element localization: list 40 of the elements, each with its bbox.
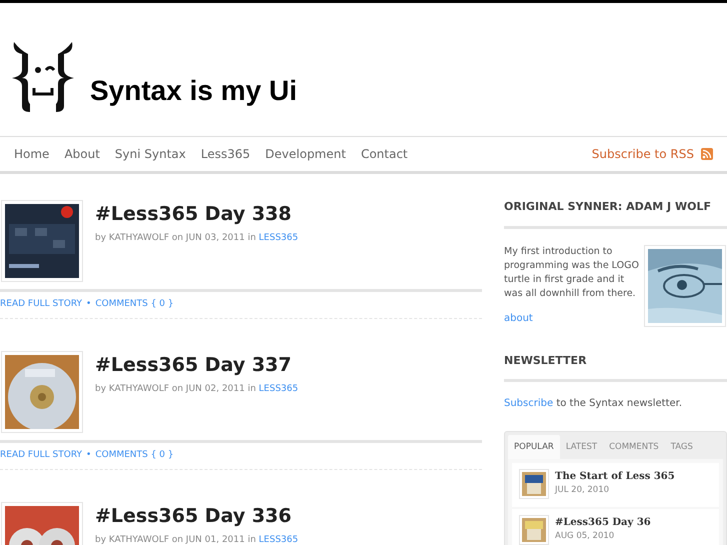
popular-item[interactable]: The Start of Less 365 JUL 20, 2010	[512, 463, 719, 507]
nav-link[interactable]: Less365	[200, 145, 250, 163]
separator-dot: •	[86, 298, 92, 312]
widget-heading: NEWSLETTER	[504, 352, 727, 382]
category-link[interactable]: LESS365	[258, 233, 298, 243]
site-title: Syntax is my Ui	[90, 74, 297, 108]
newsletter-text: Subscribe to the Syntax newsletter.	[504, 397, 684, 411]
popular-title: #Less365 Day 36	[555, 516, 651, 530]
post-meta: by KATHYAWOLF on JUN 01, 2011 in	[95, 535, 256, 545]
author-bio: My first introduction to programming was the LOGO turtle in first grade and it was all downhill from there.	[504, 244, 640, 300]
nav-link[interactable]: Contact	[360, 145, 408, 163]
category-link[interactable]: LESS365	[258, 535, 298, 545]
popular-date: AUG 05, 2010	[555, 530, 616, 543]
read-more-link[interactable]: READ FULL STORY	[0, 298, 82, 312]
nav-link[interactable]: Development	[265, 145, 346, 163]
rss-link[interactable]: Subscribe to RSS	[592, 145, 694, 163]
post-title[interactable]: #Less365 Day 337	[95, 353, 298, 377]
popular-date: JUL 20, 2010	[555, 484, 610, 497]
about-link[interactable]: about	[504, 310, 640, 326]
subscribe-link[interactable]: Subscribe	[504, 398, 554, 409]
widget-tab[interactable]: POPULAR	[508, 435, 560, 459]
post-title[interactable]: #Less365 Day 338	[95, 202, 298, 226]
widget-tab[interactable]: COMMENTS	[603, 435, 665, 459]
widget-heading: ORIGINAL SYNNER: ADAM J WOLF	[504, 199, 727, 228]
post-title[interactable]: #Less365 Day 336	[95, 504, 298, 528]
post-meta: by KATHYAWOLF on JUN 02, 2011 in	[95, 384, 256, 394]
nav-link[interactable]: Home	[14, 145, 50, 163]
widget-tab[interactable]: TAGS	[664, 435, 699, 459]
popular-title: The Start of Less 365	[555, 470, 675, 484]
separator-dot: •	[86, 449, 92, 462]
popular-item[interactable]: #Less365 Day 36 AUG 05, 2010	[512, 509, 719, 545]
rss-icon	[701, 148, 713, 160]
nav-link[interactable]: About	[64, 145, 100, 163]
widget-tab[interactable]: LATEST	[560, 435, 604, 459]
read-more-link[interactable]: READ FULL STORY	[0, 449, 82, 463]
post-meta: by KATHYAWOLF on JUN 03, 2011 in	[95, 233, 256, 243]
comments-link[interactable]: COMMENTS { 0 }	[95, 298, 174, 312]
comments-link[interactable]: COMMENTS { 0 }	[95, 449, 174, 463]
nav-link[interactable]: Syni Syntax	[114, 145, 186, 163]
category-link[interactable]: LESS365	[258, 384, 298, 394]
